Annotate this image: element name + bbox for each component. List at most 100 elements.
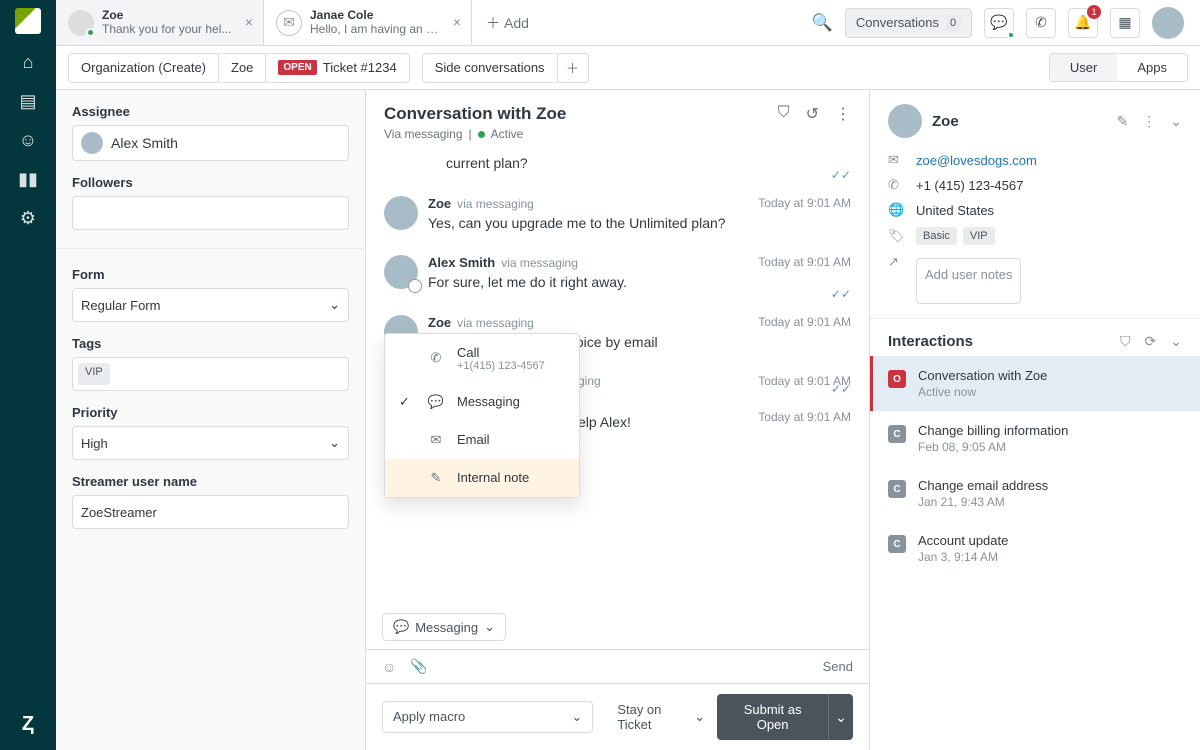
message-list[interactable]: current plan? ✓✓ Zoevia messaging Yes, c…	[366, 147, 869, 605]
side-conversations: Side conversations ＋	[422, 53, 589, 83]
conv-count-badge: 0	[945, 15, 961, 31]
tag-chip[interactable]: Basic	[916, 227, 957, 245]
user-location: United States	[916, 203, 994, 218]
add-side-conv-button[interactable]: ＋	[558, 54, 588, 82]
refresh-icon[interactable]: ⟳	[1145, 333, 1157, 350]
apps-grid-icon[interactable]: ▦	[1110, 8, 1140, 38]
toggle-apps[interactable]: Apps	[1117, 54, 1187, 81]
zendesk-logo-icon[interactable]: Ⱬ	[22, 713, 34, 750]
message-text: current plan?	[446, 154, 851, 174]
submit-button[interactable]: Submit as Open	[717, 694, 828, 740]
avatar-icon	[384, 196, 418, 230]
stay-on-ticket[interactable]: Stay on Ticket⌄	[617, 702, 705, 732]
message-item: Alex Smithvia messaging For sure, let me…	[384, 245, 851, 305]
emoji-icon[interactable]: ☺	[382, 659, 396, 675]
chat-icon: 💬	[393, 619, 409, 635]
profile-avatar[interactable]	[1152, 7, 1184, 39]
chevron-down-icon[interactable]: ⌄	[1170, 333, 1182, 350]
conversation-title: Conversation with Zoe	[384, 104, 566, 124]
tab-subtitle: Thank you for your hel...	[102, 23, 231, 37]
close-icon[interactable]: ×	[453, 14, 461, 30]
attachment-icon[interactable]: 📎	[410, 658, 427, 675]
search-icon[interactable]: 🔍	[812, 13, 833, 33]
more-icon[interactable]: ⋮	[1142, 113, 1156, 130]
form-select[interactable]: Regular Form⌄	[72, 288, 349, 322]
edit-icon[interactable]: ✎	[1117, 113, 1129, 130]
channel-picker[interactable]: 💬 Messaging ⌄	[382, 613, 506, 641]
phone-icon[interactable]: ✆	[1026, 8, 1056, 38]
panel-toggle: User Apps	[1049, 53, 1188, 82]
conversations-button[interactable]: Conversations 0	[845, 8, 972, 38]
channel-option-call[interactable]: ✆ Call+1(415) 123-4567	[385, 334, 579, 383]
chevron-down-icon: ⌄	[484, 619, 495, 635]
ticket-segment[interactable]: OPEN Ticket #1234	[266, 54, 408, 82]
toggle-user[interactable]: User	[1050, 54, 1117, 81]
add-tab-button[interactable]: ＋ Add	[472, 0, 543, 45]
reporting-icon[interactable]: ▮▮	[18, 169, 38, 190]
interaction-item[interactable]: C Change email addressJan 21, 9:43 AM	[870, 466, 1200, 521]
avatar-icon	[81, 132, 103, 154]
interaction-item[interactable]: O Conversation with ZoeActive now	[870, 356, 1200, 411]
chat-icon: 💬	[427, 394, 445, 410]
streamer-field[interactable]: ZoeStreamer	[72, 495, 349, 529]
interactions-list: O Conversation with ZoeActive now C Chan…	[870, 356, 1200, 576]
customers-icon[interactable]: ☺	[19, 130, 37, 151]
tags-field[interactable]: VIP	[72, 357, 349, 391]
external-link-icon: ↗	[888, 254, 904, 270]
assignee-field[interactable]: Alex Smith	[72, 125, 349, 161]
chevron-down-icon: ⌄	[329, 297, 340, 313]
priority-label: Priority	[72, 405, 349, 420]
tag-chip[interactable]: VIP	[78, 363, 110, 385]
ticket-footer: Apply macro⌄ Stay on Ticket⌄ Submit as O…	[366, 683, 869, 750]
apply-macro-select[interactable]: Apply macro⌄	[382, 701, 593, 733]
settings-icon[interactable]: ⚙	[20, 208, 36, 229]
filter-icon[interactable]: ⛉	[778, 104, 790, 124]
channel-label: Via messaging	[384, 127, 463, 141]
message-item: current plan? ✓✓	[384, 151, 851, 186]
conversations-label: Conversations	[856, 15, 939, 30]
status-badge: C	[888, 480, 906, 498]
priority-select[interactable]: High⌄	[72, 426, 349, 460]
more-icon[interactable]: ⋮	[835, 104, 851, 124]
side-conv-button[interactable]: Side conversations	[423, 54, 558, 82]
interaction-item[interactable]: C Change billing informationFeb 08, 9:05…	[870, 411, 1200, 466]
history-icon[interactable]: ↺	[806, 104, 819, 124]
ticket-id: Ticket #1234	[323, 60, 397, 75]
ticket-properties-panel: Assignee Alex Smith Followers Form Regul…	[56, 90, 366, 750]
check-icon: ✓	[399, 394, 415, 410]
user-phone: +1 (415) 123-4567	[916, 178, 1023, 193]
channel-option-messaging[interactable]: ✓ 💬 Messaging	[385, 383, 579, 421]
submit-caret[interactable]: ⌄	[828, 694, 853, 740]
tag-chip[interactable]: VIP	[963, 227, 995, 245]
read-checks-icon: ✓✓	[831, 382, 851, 396]
notifications-icon[interactable]: 🔔1	[1068, 8, 1098, 38]
channel-option-internal-note[interactable]: ✎ Internal note	[385, 459, 579, 497]
form-label: Form	[72, 267, 349, 282]
mail-icon: ✉	[427, 432, 445, 448]
read-checks-icon: ✓✓	[831, 287, 851, 301]
tab-zoe[interactable]: Zoe Thank you for your hel... ×	[56, 0, 264, 45]
user-segment[interactable]: Zoe	[219, 54, 266, 82]
context-bar: Organization (Create) Zoe OPEN Ticket #1…	[56, 46, 1200, 90]
phone-icon: ✆	[427, 350, 445, 366]
org-segment[interactable]: Organization (Create)	[69, 54, 219, 82]
mail-icon: ✉	[888, 152, 904, 168]
globe-icon: 🌐	[888, 202, 904, 218]
filter-icon[interactable]: ⛉	[1120, 333, 1131, 350]
close-icon[interactable]: ×	[245, 14, 253, 30]
tab-janae[interactable]: ✉ Janae Cole Hello, I am having an is...…	[264, 0, 472, 45]
interaction-item[interactable]: C Account updateJan 3, 9:14 AM	[870, 521, 1200, 576]
avatar-icon	[384, 255, 418, 289]
channel-option-email[interactable]: ✉ Email	[385, 421, 579, 459]
user-notes-field[interactable]: Add user notes	[916, 258, 1021, 304]
send-button[interactable]: Send	[823, 659, 853, 674]
chat-status-icon[interactable]: 💬	[984, 8, 1014, 38]
views-icon[interactable]: ▤	[19, 91, 36, 112]
followers-field[interactable]	[72, 196, 349, 230]
chevron-down-icon[interactable]: ⌄	[1170, 113, 1182, 130]
message-time: Today at 9:01 AM	[758, 255, 851, 269]
tab-title: Zoe	[102, 9, 231, 23]
home-icon[interactable]: ⌂	[23, 52, 34, 73]
user-email[interactable]: zoe@lovesdogs.com	[916, 153, 1037, 168]
status-badge: C	[888, 425, 906, 443]
